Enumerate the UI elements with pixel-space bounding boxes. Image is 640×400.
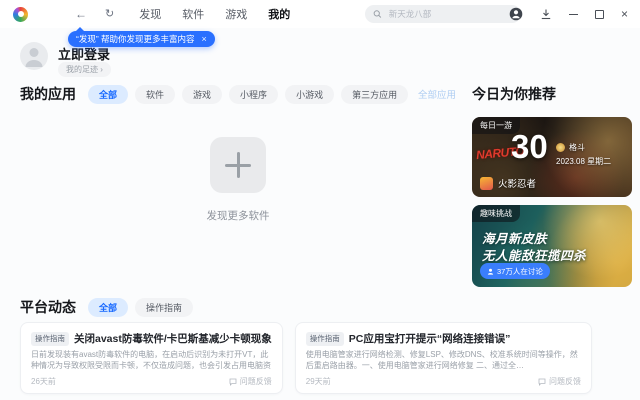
feedback-label: 问题反馈 bbox=[239, 377, 272, 386]
filter-all[interactable]: 全部 bbox=[88, 84, 129, 104]
tooltip-text: “发现” 帮助你发现更多丰富内容 bbox=[76, 34, 195, 44]
search-input[interactable] bbox=[386, 8, 513, 20]
search-box[interactable] bbox=[365, 5, 521, 23]
filter-software[interactable]: 软件 bbox=[135, 84, 176, 104]
article-time: 29天前 bbox=[305, 377, 331, 386]
tab-discover[interactable]: 发现 bbox=[139, 6, 161, 22]
recommend-sidebar: 今日为你推荐 每日一游 NARUTO 30 格斗 2023.08 星期二 火影忍… bbox=[472, 84, 632, 287]
feed-header: 平台动态 全部 操作指南 bbox=[20, 297, 456, 317]
article-time: 26天前 bbox=[31, 377, 56, 386]
article-feedback-link[interactable]: 问题反馈 bbox=[538, 376, 581, 387]
feed-filter-all[interactable]: 全部 bbox=[88, 297, 129, 317]
daily-game-genre: 格斗 bbox=[556, 142, 585, 153]
article-badge: 操作指南 bbox=[305, 331, 344, 346]
article-card[interactable]: 操作指南 关闭avast防毒软件/卡巴斯基减少卡顿现象 日前发现装有avast防… bbox=[20, 322, 283, 394]
article-title[interactable]: 关闭avast防毒软件/卡巴斯基减少卡顿现象 bbox=[74, 331, 272, 346]
challenge-card[interactable]: 趣味挑战 海月新皮肤 无人能敌狂揽四杀 37万人在讨论 bbox=[472, 205, 632, 287]
filter-thirdparty[interactable]: 第三方应用 bbox=[341, 84, 409, 104]
discover-more-card[interactable]: 发现更多软件 bbox=[20, 110, 456, 223]
genre-label: 格斗 bbox=[569, 143, 585, 152]
challenge-badge: 趣味挑战 bbox=[472, 205, 520, 222]
refresh-icon[interactable]: ↻ bbox=[105, 0, 114, 28]
feedback-label: 问题反馈 bbox=[548, 377, 581, 386]
filter-games[interactable]: 游戏 bbox=[182, 84, 223, 104]
game-name: 火影忍者 bbox=[498, 179, 537, 190]
article-body: 使用电脑管家进行网络检测、修复LSP、修改DNS、校准系统时间等操作，然后重启路… bbox=[305, 350, 578, 370]
download-icon[interactable] bbox=[540, 8, 552, 20]
tooltip-close-icon[interactable]: × bbox=[202, 34, 207, 44]
challenge-stat: 37万人在讨论 bbox=[497, 266, 543, 276]
discover-more-label: 发现更多软件 bbox=[206, 210, 270, 222]
discover-tooltip: “发现” 帮助你发现更多丰富内容 × bbox=[68, 27, 215, 47]
search-icon bbox=[373, 10, 382, 18]
titlebar: ← ↻ 发现 软件 游戏 我的 × bbox=[0, 0, 640, 28]
user-icon[interactable] bbox=[509, 7, 523, 21]
daily-game-badge: 每日一游 bbox=[472, 117, 520, 134]
tab-mine[interactable]: 我的 bbox=[268, 6, 290, 22]
chat-icon bbox=[538, 378, 546, 386]
daily-game-day: 30 bbox=[511, 128, 548, 165]
window-controls: × bbox=[509, 0, 640, 28]
game-app-icon bbox=[480, 176, 493, 190]
main-nav: 发现 软件 游戏 我的 bbox=[139, 6, 290, 22]
challenge-line2: 无人能敌狂揽四杀 bbox=[482, 249, 587, 263]
close-icon[interactable]: × bbox=[621, 7, 628, 21]
user-avatar[interactable] bbox=[20, 42, 48, 70]
filter-miniprograms[interactable]: 小程序 bbox=[229, 84, 279, 104]
plus-icon[interactable] bbox=[210, 137, 266, 193]
person-icon bbox=[25, 48, 43, 67]
challenge-stat-pill: 37万人在讨论 bbox=[480, 263, 550, 279]
tab-software[interactable]: 软件 bbox=[182, 6, 204, 22]
maximize-icon[interactable] bbox=[594, 9, 604, 19]
all-apps-link[interactable]: 全部应用 bbox=[418, 87, 456, 101]
people-icon bbox=[487, 268, 494, 275]
filter-minigames[interactable]: 小游戏 bbox=[285, 84, 335, 104]
my-apps-title: 我的应用 bbox=[20, 86, 76, 102]
recommend-title: 今日为你推荐 bbox=[472, 86, 556, 102]
my-apps-header: 我的应用 全部 软件 游戏 小程序 小游戏 第三方应用 全部应用 bbox=[20, 84, 456, 104]
article-feedback-link[interactable]: 问题反馈 bbox=[229, 376, 272, 387]
article-badge: 操作指南 bbox=[31, 331, 69, 346]
minimize-icon[interactable] bbox=[568, 13, 578, 15]
feed-filter-guide[interactable]: 操作指南 bbox=[135, 297, 194, 317]
article-body: 日前发现装有avast防毒软件的电脑，在启动后识别为未打开VT，此种情况为导致权… bbox=[31, 350, 271, 370]
article-card[interactable]: 操作指南 PC应用宝打开提示“网络连接错误” 使用电脑管家进行网络检测、修复LS… bbox=[294, 322, 592, 394]
chat-icon bbox=[229, 378, 237, 386]
daily-game-date: 2023.08 星期二 bbox=[556, 157, 612, 166]
tab-games[interactable]: 游戏 bbox=[225, 6, 247, 22]
daily-game-footer: 火影忍者 bbox=[480, 176, 536, 190]
daily-game-card[interactable]: 每日一游 NARUTO 30 格斗 2023.08 星期二 火影忍者 bbox=[472, 117, 632, 197]
genre-dot-icon bbox=[556, 143, 565, 152]
back-icon[interactable]: ← bbox=[75, 0, 87, 28]
feed-grid: 操作指南 关闭avast防毒软件/卡巴斯基减少卡顿现象 日前发现装有avast防… bbox=[20, 322, 592, 400]
app-logo-icon[interactable] bbox=[13, 6, 28, 22]
article-title[interactable]: PC应用宝打开提示“网络连接错误” bbox=[349, 331, 511, 346]
feed-title: 平台动态 bbox=[20, 299, 76, 315]
my-footprints-link[interactable]: 我的足迹 › bbox=[58, 62, 111, 77]
